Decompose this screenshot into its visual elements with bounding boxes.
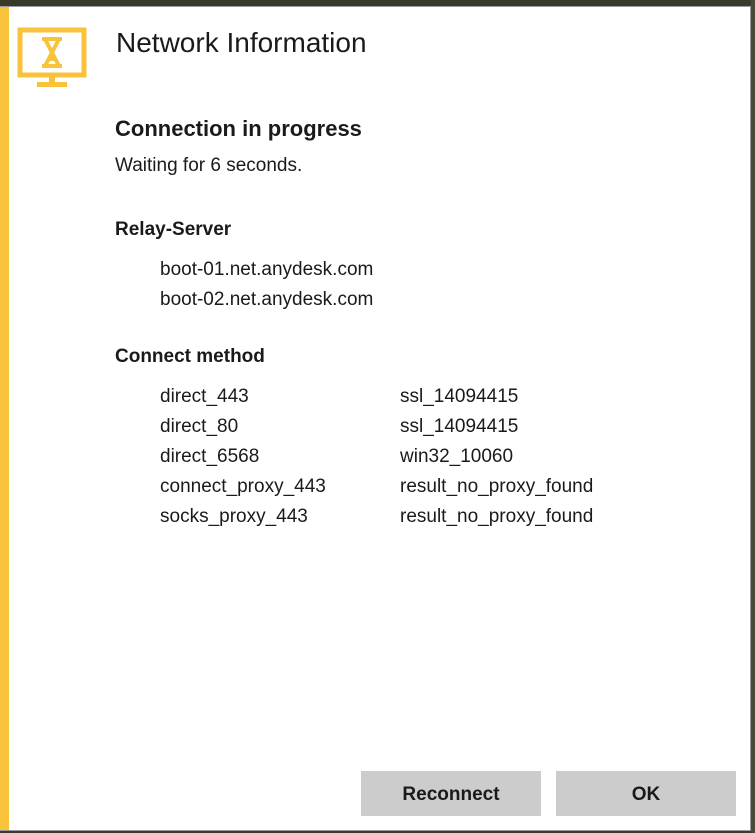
list-item: boot-02.net.anydesk.com	[160, 289, 374, 310]
method-name: socks_proxy_443	[160, 506, 308, 527]
method-result: ssl_14094415	[400, 386, 519, 407]
method-name: direct_6568	[160, 446, 260, 467]
reconnect-button[interactable]: Reconnect	[361, 771, 541, 816]
method-result: result_no_proxy_found	[400, 506, 594, 527]
method-name: direct_80	[160, 416, 239, 437]
method-result: win32_10060	[400, 446, 514, 467]
table-row: direct_6568 win32_10060	[160, 442, 593, 472]
status-heading: Connection in progress	[115, 116, 362, 141]
background-window-edge	[751, 0, 755, 833]
relay-server-list: boot-01.net.anydesk.com boot-02.net.anyd…	[160, 255, 373, 315]
table-row: socks_proxy_443 result_no_proxy_found	[160, 502, 593, 532]
list-item: boot-01.net.anydesk.com	[160, 259, 374, 280]
dialog-title: Network Information	[116, 27, 367, 58]
hourglass-monitor-icon	[17, 27, 87, 87]
connect-method-heading: Connect method	[115, 346, 265, 367]
method-result: result_no_proxy_found	[400, 476, 594, 497]
accent-bar	[0, 7, 9, 830]
relay-server-heading: Relay-Server	[115, 219, 232, 240]
ok-button[interactable]: OK	[556, 771, 736, 816]
method-name: connect_proxy_443	[160, 476, 326, 497]
table-row: direct_80 ssl_14094415	[160, 412, 593, 442]
table-row: connect_proxy_443 result_no_proxy_found	[160, 472, 593, 502]
status-text: Waiting for 6 seconds.	[115, 155, 303, 176]
connect-method-table: direct_443 ssl_14094415 direct_80 ssl_14…	[160, 382, 593, 532]
network-information-dialog: Network Information Connection in progre…	[0, 6, 751, 831]
method-result: ssl_14094415	[400, 416, 519, 437]
method-name: direct_443	[160, 386, 249, 407]
table-row: direct_443 ssl_14094415	[160, 382, 593, 412]
